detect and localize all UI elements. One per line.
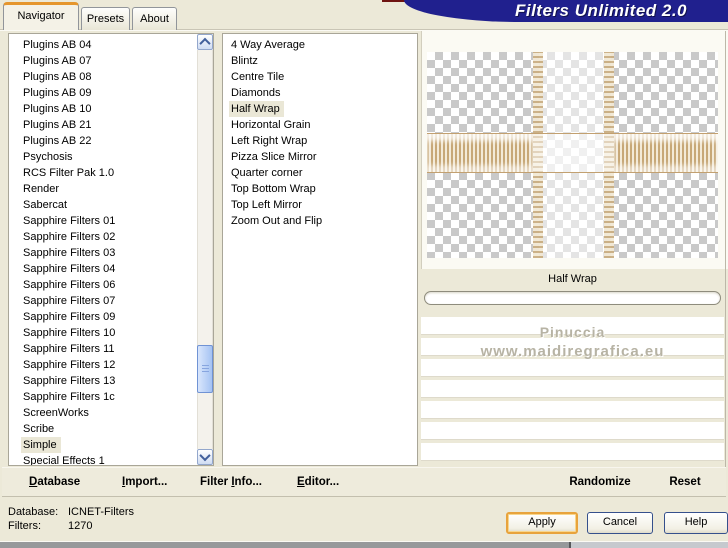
status-filters-label: Filters: xyxy=(8,520,41,532)
category-list-item[interactable]: ScreenWorks xyxy=(21,405,93,421)
category-list-item[interactable]: Sapphire Filters 10 xyxy=(21,325,119,341)
status-database-value: ICNET-Filters xyxy=(68,506,134,518)
tab-navigator[interactable]: Navigator xyxy=(3,2,79,30)
category-list-item[interactable]: Sapphire Filters 06 xyxy=(21,277,119,293)
reset-button[interactable]: Reset xyxy=(650,476,720,488)
category-list-item[interactable]: Plugins AB 22 xyxy=(21,133,96,149)
category-list-item[interactable]: Sapphire Filters 09 xyxy=(21,309,119,325)
tab-navigator-label: Navigator xyxy=(17,10,65,22)
preview-horizontal-band xyxy=(427,133,718,173)
category-list-item[interactable]: Plugins AB 09 xyxy=(21,85,96,101)
parameter-slider[interactable] xyxy=(424,291,721,305)
scroll-down-button[interactable] xyxy=(197,449,213,465)
status-database-label: Database: xyxy=(8,506,59,518)
preview-band-intersection xyxy=(533,134,614,172)
category-list-item[interactable]: Sapphire Filters 03 xyxy=(21,245,119,261)
bottom-strip xyxy=(0,542,569,548)
bottom-strip xyxy=(571,542,728,548)
filter-list-item[interactable]: Quarter corner xyxy=(229,165,307,181)
filter-list-item[interactable]: Pizza Slice Mirror xyxy=(229,149,321,165)
scrollbar-thumb[interactable] xyxy=(197,345,213,393)
tab-about-label: About xyxy=(140,13,169,25)
filter-listbox[interactable]: 4 Way Average Blintz Centre Tile Diamonds Ha… xyxy=(222,33,418,466)
tab-presets-label: Presets xyxy=(86,13,125,25)
category-list-item[interactable]: Psychosis xyxy=(21,149,77,165)
category-list-item[interactable]: Sapphire Filters 1c xyxy=(21,389,119,405)
category-list-item[interactable]: Sapphire Filters 01 xyxy=(21,213,119,229)
cancel-button[interactable]: Cancel xyxy=(587,512,653,534)
status-filters-value: 1270 xyxy=(68,520,93,532)
filter-list-item[interactable]: Half Wrap xyxy=(229,101,284,117)
category-list-item[interactable]: Sapphire Filters 13 xyxy=(21,373,119,389)
filter-list-item[interactable]: Horizontal Grain xyxy=(229,117,314,133)
chevron-up-icon xyxy=(199,37,211,50)
apply-button[interactable]: Apply xyxy=(506,512,578,534)
category-list-item[interactable]: Render xyxy=(21,181,63,197)
filter-list-item[interactable]: Left Right Wrap xyxy=(229,133,311,149)
panel-right-border xyxy=(725,31,726,497)
randomize-button[interactable]: Randomize xyxy=(545,476,655,488)
filter-list-item[interactable]: Top Bottom Wrap xyxy=(229,181,320,197)
chevron-down-icon xyxy=(199,449,211,462)
category-list-item[interactable]: Special Effects 1 xyxy=(21,453,109,465)
category-list-item[interactable]: RCS Filter Pak 1.0 xyxy=(21,165,118,181)
selected-filter-name: Half Wrap xyxy=(548,273,597,285)
preview-lace-row xyxy=(427,134,533,172)
watermark-text: Pinuccia xyxy=(539,324,606,340)
import-button[interactable]: Import... xyxy=(122,476,167,488)
preview-lace-row xyxy=(614,134,718,172)
app-banner: Filters Unlimited 2.0 xyxy=(404,0,728,22)
scroll-up-button[interactable] xyxy=(197,34,213,50)
filter-list-item[interactable]: Diamonds xyxy=(229,85,285,101)
category-listbox[interactable]: Plugins AB 04 Plugins AB 07 Plugins AB 08 P… xyxy=(8,33,214,466)
preview-image xyxy=(427,52,718,258)
app-title: Filters Unlimited 2.0 xyxy=(514,1,688,20)
tab-about[interactable]: About xyxy=(132,7,177,30)
help-button[interactable]: Help xyxy=(664,512,728,534)
category-list-item[interactable]: Sapphire Filters 04 xyxy=(21,261,119,277)
watermark-url: www.maidiregrafica.eu xyxy=(480,343,665,360)
filter-info-button[interactable]: Filter Info... xyxy=(200,476,262,488)
database-button[interactable]: Database xyxy=(29,476,80,488)
category-list-item[interactable]: Plugins AB 08 xyxy=(21,69,96,85)
filter-list-item[interactable]: Zoom Out and Flip xyxy=(229,213,326,229)
filter-list-item[interactable]: 4 Way Average xyxy=(229,37,309,53)
category-list-item[interactable]: Plugins AB 21 xyxy=(21,117,96,133)
filter-list-item[interactable]: Centre Tile xyxy=(229,69,288,85)
filter-list-item[interactable]: Top Left Mirror xyxy=(229,197,306,213)
tab-presets[interactable]: Presets xyxy=(81,7,130,30)
category-list-item[interactable]: Sapphire Filters 12 xyxy=(21,357,119,373)
category-list-item[interactable]: Sapphire Filters 07 xyxy=(21,293,119,309)
category-list-item[interactable]: Sapphire Filters 11 xyxy=(21,341,119,357)
category-list-item[interactable]: Sapphire Filters 02 xyxy=(21,229,119,245)
category-list-item[interactable]: Plugins AB 10 xyxy=(21,101,96,117)
category-list-item[interactable]: Simple xyxy=(21,437,61,453)
category-list-item[interactable]: Sabercat xyxy=(21,197,71,213)
editor-button[interactable]: Editor... xyxy=(297,476,339,488)
category-list-item[interactable]: Plugins AB 07 xyxy=(21,53,96,69)
category-list-item[interactable]: Plugins AB 04 xyxy=(21,37,96,53)
category-list-item[interactable]: Scribe xyxy=(21,421,58,437)
filter-list-item[interactable]: Blintz xyxy=(229,53,262,69)
